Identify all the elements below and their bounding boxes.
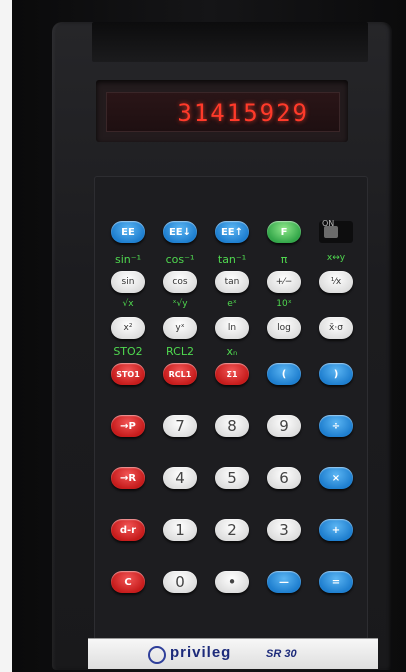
key-sym[interactable]: — <box>267 571 301 593</box>
brand-name: privileg <box>170 644 232 661</box>
key-6[interactable]: 6 <box>267 467 301 489</box>
key-f[interactable]: F <box>267 221 301 243</box>
function-label-cos: cos⁻¹ <box>165 253 195 266</box>
key-2[interactable]: 2 <box>215 519 249 541</box>
function-label-rcl2: RCL2 <box>166 345 194 358</box>
key-c[interactable]: C <box>111 571 145 593</box>
key-x[interactable]: x̄·σ <box>319 317 353 339</box>
key-sym[interactable]: + <box>319 519 353 541</box>
key-sym[interactable]: = <box>319 571 353 593</box>
key-1[interactable]: Σ1 <box>215 363 249 385</box>
function-label-sto2: STO2 <box>113 345 143 358</box>
key-cos[interactable]: cos <box>163 271 197 293</box>
key-7[interactable]: 7 <box>163 415 197 437</box>
brand-model: SR 30 <box>266 648 297 660</box>
key-sym[interactable]: × <box>319 467 353 489</box>
function-label-x: √x <box>122 299 134 309</box>
key-sym[interactable]: ) <box>319 363 353 385</box>
brand-plate: privileg SR 30 <box>88 638 378 669</box>
key-3[interactable]: 3 <box>267 519 301 541</box>
key-ee[interactable]: EE↓ <box>163 221 197 243</box>
key-sin[interactable]: sin <box>111 271 145 293</box>
key-9[interactable]: 9 <box>267 415 301 437</box>
key-sym[interactable]: ÷ <box>319 415 353 437</box>
calculator-body: 31415929 EE EE↓ EE↑ F ON sin⁻¹ cos⁻¹ tan⁻¹ π x↔y s… <box>52 22 392 670</box>
key-x[interactable]: x² <box>111 317 145 339</box>
key-ee[interactable]: EE↑ <box>215 221 249 243</box>
key-0[interactable]: 0 <box>163 571 197 593</box>
function-label-10: 10ˣ <box>276 299 292 309</box>
key-r[interactable]: →R <box>111 467 145 489</box>
function-label-sin: sin⁻¹ <box>115 253 141 266</box>
photo-background: 31415929 EE EE↓ EE↑ F ON sin⁻¹ cos⁻¹ tan⁻¹ π x↔y s… <box>12 0 406 672</box>
function-label-sym: π <box>280 253 288 266</box>
key-sym[interactable]: • <box>215 571 249 593</box>
function-label-e: eˣ <box>227 299 237 309</box>
key-sto1[interactable]: STO1 <box>111 363 145 385</box>
key-ln[interactable]: ln <box>215 317 249 339</box>
display-window: 31415929 <box>106 92 340 132</box>
display-readout: 31415929 <box>177 99 309 127</box>
key-ee[interactable]: EE <box>111 221 145 243</box>
key-8[interactable]: 8 <box>215 415 249 437</box>
key-sym[interactable]: ( <box>267 363 301 385</box>
power-switch[interactable]: ON <box>319 219 353 243</box>
key-sym[interactable]: +⁄− <box>267 271 301 293</box>
function-label-y: ˣ√y <box>172 299 188 309</box>
key-1[interactable]: 1 <box>163 519 197 541</box>
brand-logo-icon <box>148 646 166 664</box>
function-label-x: xₙ <box>226 345 238 358</box>
key-y[interactable]: yˣ <box>163 317 197 339</box>
key-tan[interactable]: tan <box>215 271 249 293</box>
key-d-r[interactable]: d-r <box>111 519 145 541</box>
keypad: EE EE↓ EE↑ F ON sin⁻¹ cos⁻¹ tan⁻¹ π x↔y sin cos tan +… <box>94 176 368 640</box>
function-label-tan: tan⁻¹ <box>217 253 247 266</box>
function-label-x-y: x↔y <box>326 253 346 263</box>
key-4[interactable]: 4 <box>163 467 197 489</box>
key-x[interactable]: ¹⁄x <box>319 271 353 293</box>
key-p[interactable]: →P <box>111 415 145 437</box>
display-bezel: 31415929 <box>96 80 348 142</box>
key-log[interactable]: log <box>267 317 301 339</box>
key-rcl1[interactable]: RCL1 <box>163 363 197 385</box>
top-slot <box>92 22 368 62</box>
key-5[interactable]: 5 <box>215 467 249 489</box>
power-switch-label: ON <box>322 219 335 228</box>
